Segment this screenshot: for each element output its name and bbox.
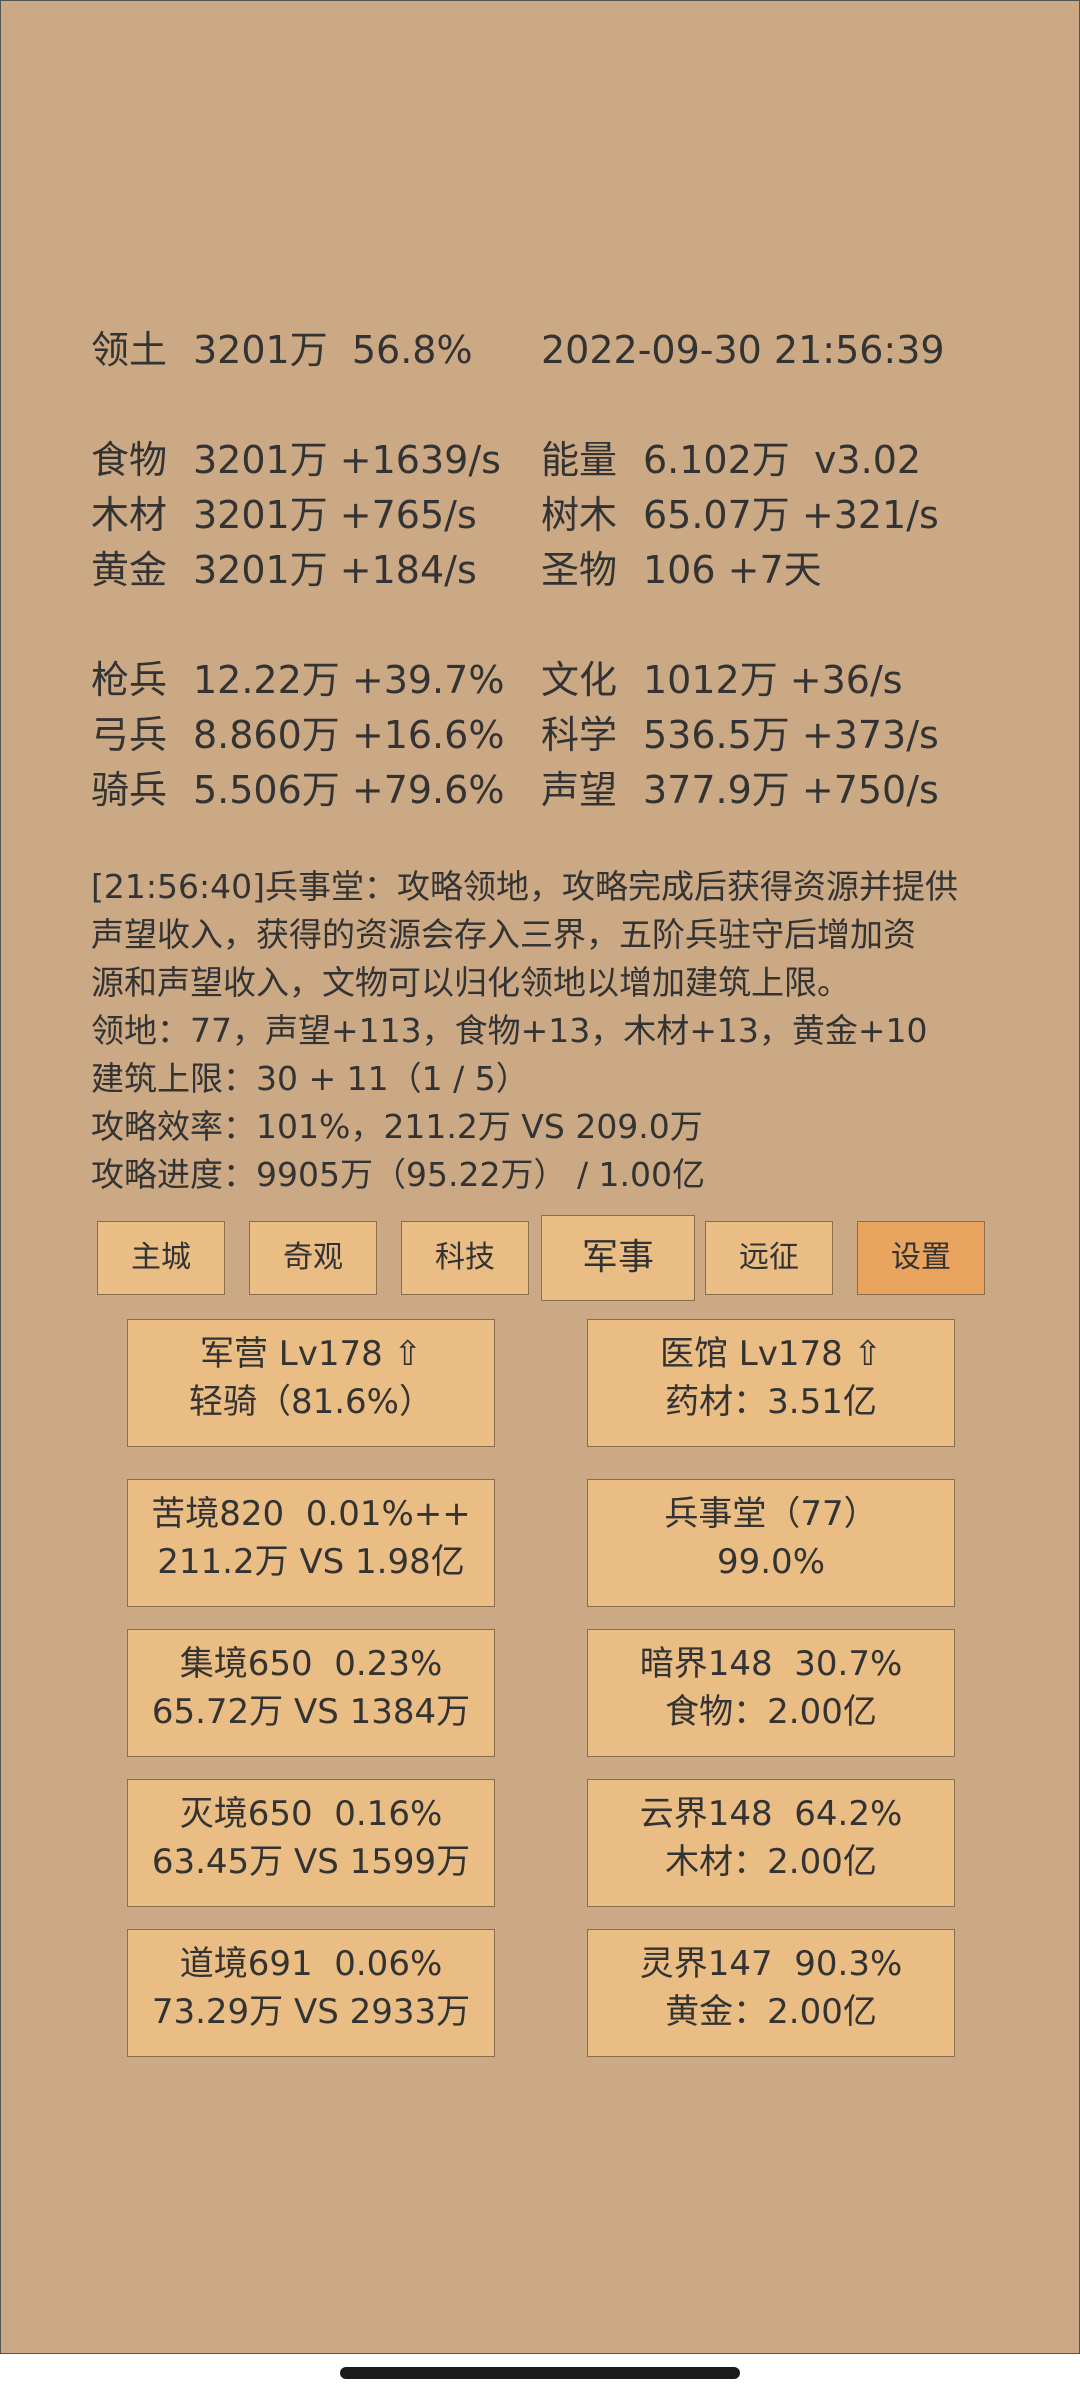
datetime-display: 2022-09-30 21:56:39 [541,328,945,372]
tree-value: 65.07万 +321/s [643,493,939,537]
card-detail: 药材：3.51亿 [665,1382,877,1422]
kujing-button[interactable]: 苦境820 0.01%++ 211.2万 VS 1.98亿 [127,1479,495,1607]
log-line: 源和声望收入，文物可以归化领地以增加建筑上限。 [91,963,850,1002]
log-line: 攻略进度：9905万（95.22万） / 1.00亿 [91,1155,706,1194]
card-title: 集境650 0.23% [179,1644,443,1684]
culture-stat: 文化 1012万 +36/s [541,653,903,707]
card-title: 云界148 64.2% [639,1794,903,1834]
science-stat: 科学 536.5万 +373/s [541,708,939,762]
game-screen: 领土 3201万 56.8% 2022-09-30 21:56:39 食物 3201… [0,0,1080,2354]
message-log: [21:56:40]兵事堂：攻略领地，攻略完成后获得资源并提供 声望收入，获得的… [91,863,991,1199]
tree-stat: 树木 65.07万 +321/s [541,488,939,542]
spearman-value: 12.22万 +39.7% [193,658,505,702]
tree-label: 树木 [541,493,618,537]
tab-expedition[interactable]: 远征 [705,1221,833,1295]
card-title: 灭境650 0.16% [179,1794,443,1834]
relic-label: 圣物 [541,548,618,592]
spearman-label: 枪兵 [91,658,168,702]
barracks-button[interactable]: 军营 Lv178 ⇧ 轻骑（81.6%） [127,1319,495,1447]
territory-value: 3201万 56.8% [193,328,473,372]
card-title: 苦境820 0.01%++ [151,1494,471,1534]
energy-label: 能量 [541,438,618,482]
yunjie-button[interactable]: 云界148 64.2% 木材：2.00亿 [587,1779,955,1907]
card-title: 兵事堂（77） [664,1494,878,1534]
home-indicator[interactable] [340,2367,740,2379]
energy-value: 6.102万 v3.02 [643,438,922,482]
card-detail: 73.29万 VS 2933万 [151,1992,471,2032]
card-detail: 黄金：2.00亿 [665,1992,877,2032]
science-label: 科学 [541,713,618,757]
daojing-button[interactable]: 道境691 0.06% 73.29万 VS 2933万 [127,1929,495,2057]
card-title: 军营 Lv178 ⇧ [199,1334,423,1374]
gold-value: 3201万 +184/s [193,548,477,592]
log-line: [21:56:40]兵事堂：攻略领地，攻略完成后获得资源并提供 [91,867,958,906]
card-title: 暗界148 30.7% [639,1644,903,1684]
card-detail: 65.72万 VS 1384万 [151,1692,471,1732]
lingjie-button[interactable]: 灵界147 90.3% 黄金：2.00亿 [587,1929,955,2057]
gold-stat: 黄金 3201万 +184/s [91,543,477,597]
card-detail: 木材：2.00亿 [665,1842,877,1882]
tab-military[interactable]: 军事 [541,1215,695,1301]
food-value: 3201万 +1639/s [193,438,501,482]
food-stat: 食物 3201万 +1639/s [91,433,501,487]
card-title: 道境691 0.06% [179,1944,443,1984]
science-value: 536.5万 +373/s [643,713,939,757]
tab-settings[interactable]: 设置 [857,1221,985,1295]
wood-stat: 木材 3201万 +765/s [91,488,477,542]
prestige-stat: 声望 377.9万 +750/s [541,763,939,817]
relic-value: 106 +7天 [643,548,822,592]
cavalry-label: 骑兵 [91,768,168,812]
gold-label: 黄金 [91,548,168,592]
tab-tech[interactable]: 科技 [401,1221,529,1295]
territory-stat: 领土 3201万 56.8% [91,323,473,377]
tab-bar: 主城 奇观 科技 军事 远征 设置 [1,1215,1080,1309]
log-line: 攻略效率：101%，211.2万 VS 209.0万 [91,1107,703,1146]
archer-label: 弓兵 [91,713,168,757]
wood-value: 3201万 +765/s [193,493,477,537]
food-label: 食物 [91,438,168,482]
culture-label: 文化 [541,658,618,702]
card-title: 医馆 Lv178 ⇧ [659,1334,883,1374]
log-line: 建筑上限：30 + 11（1 / 5） [91,1059,529,1098]
bingshitang-button[interactable]: 兵事堂（77） 99.0% [587,1479,955,1607]
relic-stat: 圣物 106 +7天 [541,543,822,597]
card-detail: 轻骑（81.6%） [188,1382,433,1422]
log-line: 声望收入，获得的资源会存入三界，五阶兵驻守后增加资 [91,915,916,954]
cavalry-value: 5.506万 +79.6% [193,768,505,812]
jijing-button[interactable]: 集境650 0.23% 65.72万 VS 1384万 [127,1629,495,1757]
card-detail: 99.0% [716,1542,825,1582]
archer-value: 8.860万 +16.6% [193,713,505,757]
card-detail: 63.45万 VS 1599万 [151,1842,471,1882]
cavalry-stat: 骑兵 5.506万 +79.6% [91,763,504,817]
culture-value: 1012万 +36/s [643,658,903,702]
card-title: 灵界147 90.3% [639,1944,903,1984]
anjie-button[interactable]: 暗界148 30.7% 食物：2.00亿 [587,1629,955,1757]
log-line: 领地：77，声望+113，食物+13，木材+13，黄金+10 [91,1011,928,1050]
clinic-button[interactable]: 医馆 Lv178 ⇧ 药材：3.51亿 [587,1319,955,1447]
tab-wonders[interactable]: 奇观 [249,1221,377,1295]
archer-stat: 弓兵 8.860万 +16.6% [91,708,504,762]
prestige-label: 声望 [541,768,618,812]
miejing-button[interactable]: 灭境650 0.16% 63.45万 VS 1599万 [127,1779,495,1907]
tab-main-city[interactable]: 主城 [97,1221,225,1295]
card-detail: 食物：2.00亿 [665,1692,877,1732]
prestige-value: 377.9万 +750/s [643,768,939,812]
wood-label: 木材 [91,493,168,537]
energy-stat: 能量 6.102万 v3.02 [541,433,921,487]
spearman-stat: 枪兵 12.22万 +39.7% [91,653,504,707]
territory-label: 领土 [91,328,168,372]
card-detail: 211.2万 VS 1.98亿 [157,1542,465,1582]
